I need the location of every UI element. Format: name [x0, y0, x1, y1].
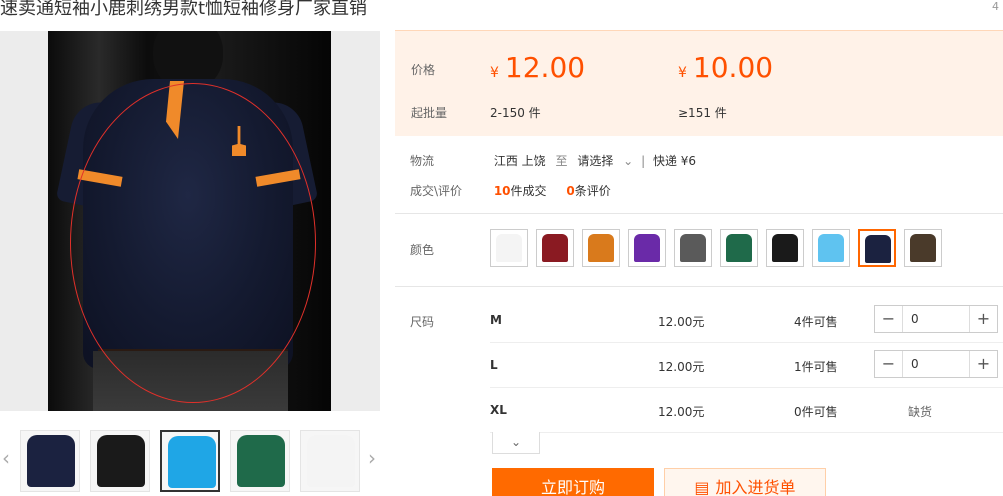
color-swatch[interactable] — [674, 229, 712, 267]
thumbnail-strip: ‹ › — [0, 426, 390, 496]
review-count: 0 — [566, 184, 575, 198]
size-price: 12.00元 — [658, 405, 705, 419]
shirt-thumbnail — [634, 234, 660, 262]
page-indicator: 4 — [992, 0, 999, 13]
thumbnail[interactable] — [230, 430, 290, 492]
logistics-row: 物流 江西 上饶 至 请选择 ⌄ | 快递 ¥6 — [410, 154, 697, 168]
shirt-thumbnail — [542, 234, 568, 262]
add-to-list-button[interactable]: ▤ 加入进货单 — [664, 468, 826, 496]
expand-sizes-button[interactable]: ⌄ — [492, 432, 540, 454]
shipping-fee: 快递 ¥6 — [652, 154, 697, 168]
color-swatch[interactable] — [858, 229, 896, 267]
thumbnail[interactable] — [300, 430, 360, 492]
color-label: 颜色 — [410, 243, 435, 257]
size-stock: 4件可售 — [794, 315, 838, 329]
product-title: 速卖通短袖小鹿刺绣男款t恤短袖修身厂家直销 — [0, 0, 368, 19]
color-swatch[interactable] — [904, 229, 942, 267]
main-product-image[interactable] — [0, 31, 380, 411]
review-suffix[interactable]: 条评价 — [575, 184, 611, 198]
size-price: 12.00元 — [658, 360, 705, 374]
color-swatch[interactable] — [812, 229, 850, 267]
quantity-input[interactable]: 0 — [911, 357, 919, 371]
sold-out-label: 缺货 — [908, 405, 933, 419]
shirt-thumbnail — [680, 234, 706, 262]
plus-icon[interactable]: + — [969, 351, 997, 377]
quantity-stepper: − 0 + — [874, 350, 998, 378]
color-swatch[interactable] — [628, 229, 666, 267]
size-name: L — [490, 358, 498, 372]
divider — [395, 213, 1003, 214]
highlight-circle — [70, 83, 316, 403]
shirt-thumbnail — [818, 234, 844, 262]
color-swatch[interactable] — [490, 229, 528, 267]
thumbnail[interactable] — [90, 430, 150, 492]
to-word: 至 — [555, 154, 568, 168]
quantity-input[interactable]: 0 — [911, 312, 919, 326]
color-swatch[interactable] — [582, 229, 620, 267]
minus-icon[interactable]: − — [875, 306, 903, 332]
size-stock: 0件可售 — [794, 405, 838, 419]
price-box: 价格 起批量 ¥12.00 ¥10.00 2-150 件 ≥151 件 — [395, 30, 1003, 136]
price-tier-2: ¥10.00 — [678, 51, 774, 84]
shirt-thumbnail — [726, 234, 752, 262]
shirt-thumbnail — [910, 234, 936, 262]
chevron-right-icon[interactable]: › — [368, 446, 376, 470]
size-name: XL — [490, 403, 507, 417]
thumbnail[interactable] — [160, 430, 220, 492]
sold-suffix[interactable]: 件成交 — [511, 184, 547, 198]
ship-from: 江西 上饶 — [493, 154, 546, 168]
divider — [395, 286, 1003, 287]
qty-tier-2: ≥151 件 — [678, 106, 727, 120]
size-stock: 1件可售 — [794, 360, 838, 374]
shirt-thumbnail — [772, 234, 798, 262]
qty-tier-1: 2-150 件 — [490, 106, 541, 120]
shirt-thumbnail — [588, 234, 614, 262]
color-swatch[interactable] — [536, 229, 574, 267]
shirt-thumbnail — [865, 235, 891, 263]
minus-icon[interactable]: − — [875, 351, 903, 377]
clipboard-icon: ▤ — [694, 478, 710, 496]
size-label: 尺码 — [410, 315, 435, 329]
size-price: 12.00元 — [658, 315, 705, 329]
chevron-left-icon[interactable]: ‹ — [2, 446, 10, 470]
size-row-xl: XL 12.00元 0件可售 缺货 — [490, 403, 1003, 448]
deal-row: 成交\评价 10件成交 0条评价 — [410, 182, 611, 199]
color-swatch[interactable] — [720, 229, 758, 267]
quantity-stepper: − 0 + — [874, 305, 998, 333]
buy-now-button[interactable]: 立即订购 — [492, 468, 654, 496]
min-qty-label: 起批量 — [411, 106, 448, 120]
size-name: M — [490, 313, 502, 327]
plus-icon[interactable]: + — [969, 306, 997, 332]
chevron-down-icon: ⌄ — [510, 435, 522, 449]
chevron-down-icon: ⌄ — [623, 154, 634, 168]
destination-select[interactable]: 请选择 ⌄ — [577, 154, 633, 168]
size-row-l: L 12.00元 1件可售 − 0 + — [490, 350, 1003, 403]
price-label: 价格 — [411, 63, 436, 77]
thumbnail[interactable] — [20, 430, 80, 492]
logistics-label: 物流 — [410, 154, 435, 168]
color-swatch[interactable] — [766, 229, 804, 267]
price-tier-1: ¥12.00 — [490, 51, 586, 84]
deal-label: 成交\评价 — [410, 184, 463, 198]
sold-count: 10 — [493, 184, 511, 198]
shirt-thumbnail — [496, 234, 522, 262]
